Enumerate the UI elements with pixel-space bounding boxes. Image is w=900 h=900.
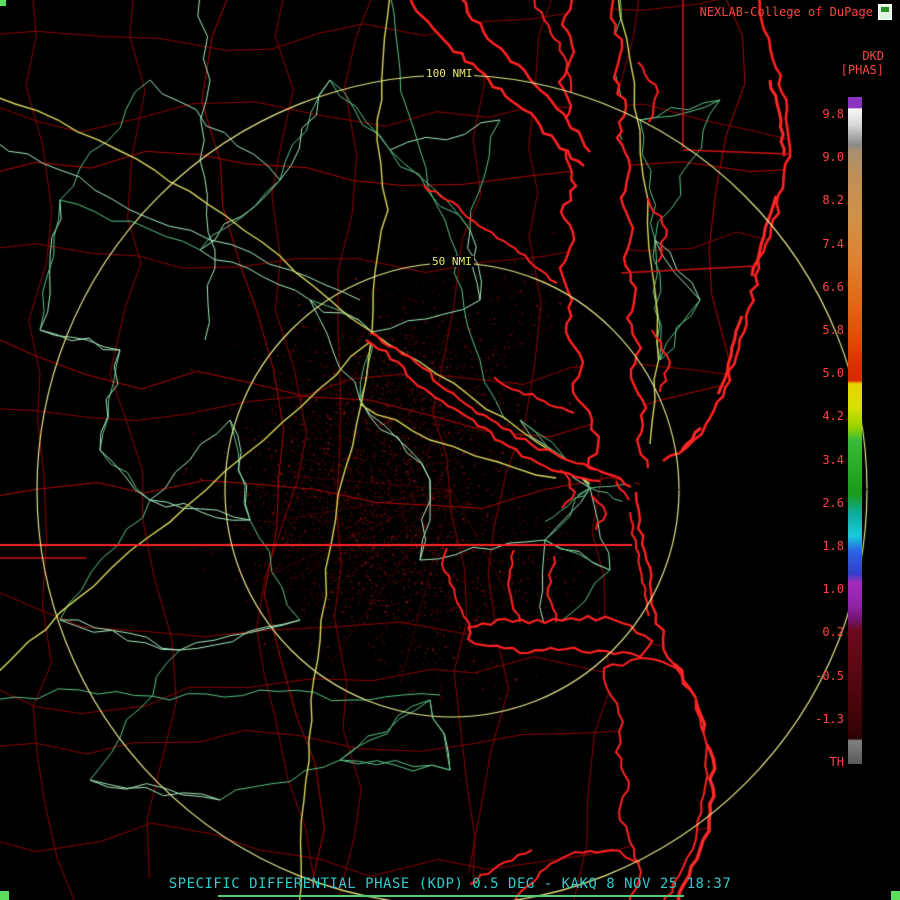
radar-display: 9.8 9.0 8.2 7.4 6.6 5.8 5.0 4.2 3.4 2.6 1.8 1.0 0.2-… [0,0,900,900]
range-ring-label-100nmi: 100 NMI [424,67,475,80]
footer-underline [218,895,684,897]
cod-logo-icon [878,4,892,20]
product-title: SPECIFIC DIFFERENTIAL PHASE (KDP) 0.5 DE… [168,876,732,892]
radar-map-canvas [0,0,900,900]
corner-marker-bottom-right [891,891,900,900]
attribution-text: NEXLAB-College of DuPage [699,5,873,19]
colorbar-strip [848,97,862,764]
range-ring-label-50nmi: 50 NMI [430,255,474,268]
corner-marker-bottom-left [0,891,9,900]
corner-marker-top-left [0,0,6,6]
product-units-label: [PHAS] [840,63,884,77]
product-code-label: DKD [862,49,884,63]
